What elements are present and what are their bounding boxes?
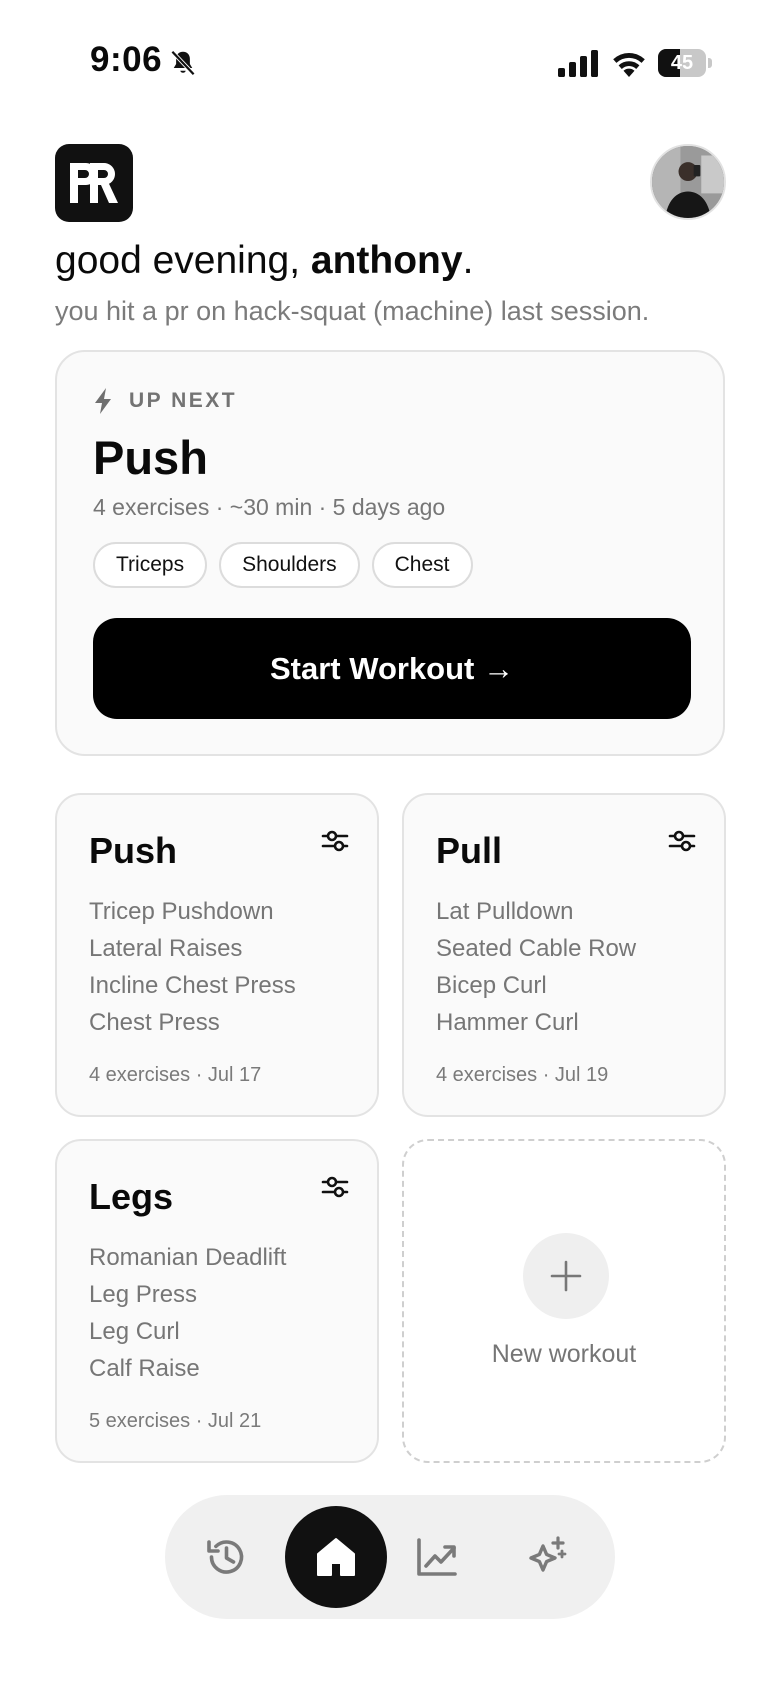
new-workout-card[interactable]: New workout bbox=[402, 1139, 726, 1463]
workout-card-legs[interactable]: Legs Romanian Deadlift Leg Press Leg Cur… bbox=[55, 1139, 379, 1463]
wifi-icon bbox=[613, 53, 645, 77]
bell-slash-icon bbox=[170, 50, 196, 76]
pr-subline: you hit a pr on hack-squat (machine) las… bbox=[55, 296, 650, 326]
exercise-item: Hammer Curl bbox=[436, 1009, 579, 1036]
workout-footer: 4 exercises · Jul 17 bbox=[89, 1064, 262, 1086]
workout-card-push[interactable]: Push Tricep Pushdown Lateral Raises Incl… bbox=[55, 793, 379, 1117]
avatar[interactable] bbox=[650, 144, 726, 220]
exercise-item: Chest Press bbox=[89, 1009, 220, 1036]
tag-triceps: Triceps bbox=[93, 542, 208, 588]
up-next-title: Push bbox=[93, 431, 208, 484]
user-name: anthony bbox=[310, 239, 463, 282]
greeting-suffix: . bbox=[462, 239, 474, 282]
history-icon bbox=[207, 1540, 244, 1574]
sliders-icon[interactable] bbox=[321, 1175, 349, 1199]
greeting: good evening, anthony. bbox=[55, 236, 473, 286]
exercise-item: Leg Press bbox=[89, 1281, 198, 1308]
exercise-item: Lat Pulldown bbox=[436, 898, 574, 925]
app-logo bbox=[55, 144, 133, 222]
tag-shoulders: Shoulders bbox=[219, 542, 360, 588]
exercise-list: Lat Pulldown Seated Cable Row Bicep Curl… bbox=[436, 893, 636, 1041]
battery-cap bbox=[708, 58, 712, 68]
chart-icon bbox=[417, 1538, 457, 1576]
exercise-list: Romanian Deadlift Leg Press Leg Curl Cal… bbox=[89, 1239, 286, 1387]
pr-logo-icon bbox=[70, 163, 118, 203]
plus-icon bbox=[550, 1260, 582, 1292]
exercise-item: Leg Curl bbox=[89, 1318, 180, 1345]
sparkles-icon bbox=[529, 1536, 567, 1572]
tag-chest: Chest bbox=[371, 542, 473, 588]
nav-home[interactable] bbox=[285, 1506, 387, 1608]
nav-progress[interactable] bbox=[397, 1517, 477, 1597]
new-workout-label: New workout bbox=[491, 1340, 637, 1368]
workout-title: Pull bbox=[436, 830, 503, 871]
workout-title: Legs bbox=[89, 1176, 174, 1217]
sliders-icon[interactable] bbox=[321, 829, 349, 853]
up-next-label: UP NEXT bbox=[129, 389, 238, 412]
exercise-item: Tricep Pushdown bbox=[89, 898, 274, 925]
exercise-item: Seated Cable Row bbox=[436, 935, 637, 962]
exercise-item: Lateral Raises bbox=[89, 935, 243, 962]
muscle-tags: Triceps Shoulders Chest bbox=[93, 542, 485, 588]
workout-card-pull[interactable]: Pull Lat Pulldown Seated Cable Row Bicep… bbox=[402, 793, 726, 1117]
exercise-item: Calf Raise bbox=[89, 1355, 200, 1382]
status-bar: 9:06 45 bbox=[0, 0, 780, 128]
start-workout-button[interactable]: Start Workout → bbox=[93, 618, 691, 719]
bolt-icon bbox=[95, 388, 111, 414]
exercise-list: Tricep Pushdown Lateral Raises Incline C… bbox=[89, 893, 296, 1041]
sliders-icon[interactable] bbox=[668, 829, 696, 853]
workout-title: Push bbox=[89, 830, 178, 871]
profile-photo bbox=[652, 146, 724, 218]
battery-icon: 45 bbox=[658, 49, 712, 77]
exercise-item: Bicep Curl bbox=[436, 972, 547, 999]
up-next-header: UP NEXT bbox=[93, 388, 237, 414]
workout-footer: 4 exercises · Jul 19 bbox=[436, 1064, 609, 1086]
greeting-prefix: good evening, bbox=[55, 239, 311, 282]
home-icon bbox=[317, 1538, 355, 1576]
battery-body: 45 bbox=[658, 49, 706, 77]
exercise-item: Incline Chest Press bbox=[89, 972, 296, 999]
battery-level: 45 bbox=[670, 52, 694, 74]
exercise-item: Romanian Deadlift bbox=[89, 1244, 287, 1271]
bottom-nav bbox=[165, 1495, 615, 1619]
signal-icon bbox=[558, 50, 598, 77]
workout-footer: 5 exercises · Jul 21 bbox=[89, 1410, 262, 1432]
nav-ai[interactable] bbox=[507, 1517, 587, 1597]
plus-button[interactable] bbox=[523, 1233, 609, 1319]
up-next-card: UP NEXT Push 4 exercises · ~30 min · 5 d… bbox=[55, 350, 725, 756]
status-time: 9:06 bbox=[90, 40, 163, 79]
up-next-meta: 4 exercises · ~30 min · 5 days ago bbox=[93, 494, 446, 520]
nav-history[interactable] bbox=[186, 1517, 266, 1597]
